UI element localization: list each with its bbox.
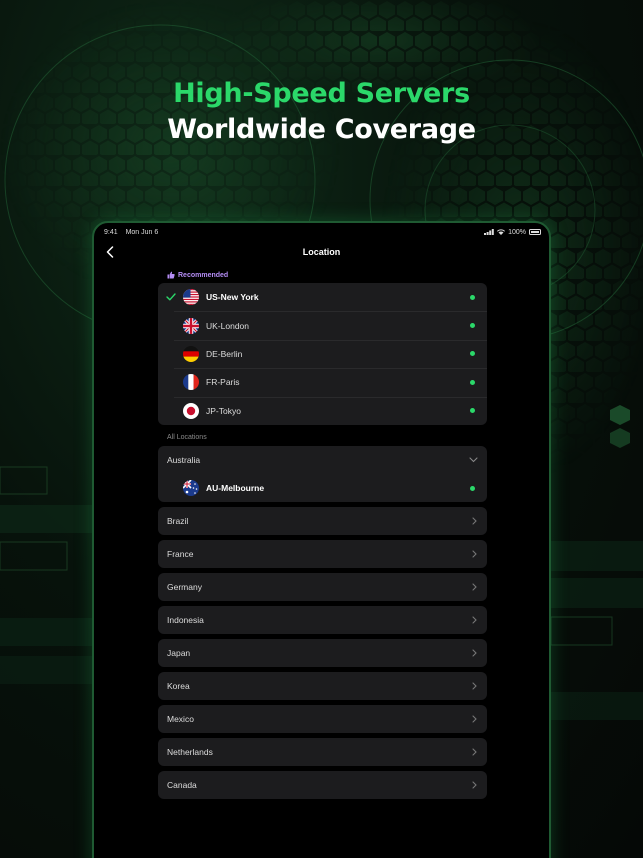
chevron-left-icon	[106, 246, 114, 258]
server-name: DE-Berlin	[206, 348, 243, 359]
country-group-australia: Australia AU-Melbourne	[158, 445, 487, 503]
battery-percent: 100%	[508, 228, 526, 236]
recommended-label: Recommended	[178, 271, 229, 279]
country-name: Brazil	[167, 516, 189, 527]
fr-flag-icon	[183, 374, 199, 391]
country-header-australia[interactable]: Australia	[158, 446, 487, 474]
chevron-down-icon	[469, 457, 478, 463]
battery-icon	[529, 229, 541, 235]
country-row-korea[interactable]: Korea	[158, 672, 487, 701]
de-flag-icon	[183, 345, 199, 362]
us-flag-icon	[183, 289, 199, 306]
country-name: Indonesia	[167, 615, 204, 626]
country-name: Japan	[167, 648, 191, 659]
all-locations-header: All Locations	[167, 434, 207, 442]
recommended-header: Recommended	[158, 267, 487, 283]
online-status-dot	[470, 294, 475, 300]
headline-line-1: High-Speed Servers	[173, 78, 470, 109]
server-name: JP-Tokyo	[206, 405, 241, 416]
country-row-netherlands[interactable]: Netherlands	[158, 738, 487, 767]
server-row-uk-london[interactable]: UK-London	[158, 311, 487, 339]
server-name: FR-Paris	[206, 377, 240, 388]
chevron-right-icon	[472, 517, 477, 525]
uk-flag-icon	[183, 317, 199, 334]
server-row-jp-tokyo[interactable]: JP-Tokyo	[158, 396, 487, 425]
server-row-de-berlin[interactable]: DE-Berlin	[158, 339, 487, 368]
country-name: Canada	[167, 780, 197, 791]
server-row-us-new-york[interactable]: US-New York	[158, 283, 487, 311]
chevron-right-icon	[472, 583, 477, 591]
headline: High-Speed Servers Worldwide Coverage	[0, 76, 643, 148]
nav-bar: Location	[94, 241, 549, 263]
back-button[interactable]	[102, 244, 118, 260]
country-row-france[interactable]: France	[158, 540, 487, 569]
status-time: 9:41	[104, 228, 118, 236]
page-title: Location	[302, 247, 341, 257]
chevron-right-icon	[472, 550, 477, 558]
server-name: UK-London	[206, 320, 250, 331]
location-list: Recommended US-New York UK-London DE-Ber…	[158, 267, 487, 800]
country-row-indonesia[interactable]: Indonesia	[158, 606, 487, 635]
chevron-right-icon	[472, 649, 477, 657]
wifi-icon	[497, 229, 506, 235]
status-bar: 9:41 Mon Jun 6 100%	[94, 223, 549, 241]
server-row-au-melbourne[interactable]: AU-Melbourne	[158, 474, 487, 502]
country-name: Mexico	[167, 714, 194, 725]
country-row-brazil[interactable]: Brazil	[158, 507, 487, 536]
country-list: Brazil France Germany Indonesia Japan Ko…	[158, 507, 487, 800]
country-row-canada[interactable]: Canada	[158, 771, 487, 800]
chevron-right-icon	[472, 715, 477, 723]
country-name: Korea	[167, 681, 190, 692]
server-row-fr-paris[interactable]: FR-Paris	[158, 368, 487, 396]
jp-flag-icon	[183, 402, 199, 419]
server-name: AU-Melbourne	[206, 483, 265, 494]
server-name: US-New York	[206, 292, 259, 303]
status-date: Mon Jun 6	[125, 228, 159, 236]
checkmark-icon	[166, 293, 176, 301]
chevron-right-icon	[472, 781, 477, 789]
headline-line-2: Worldwide Coverage	[167, 114, 476, 145]
chevron-right-icon	[472, 682, 477, 690]
thumbs-up-icon	[167, 271, 175, 279]
country-row-japan[interactable]: Japan	[158, 639, 487, 668]
online-status-dot	[470, 408, 475, 414]
country-name: Netherlands	[167, 747, 213, 758]
country-row-germany[interactable]: Germany	[158, 573, 487, 602]
au-flag-icon	[183, 480, 199, 497]
recommended-card: US-New York UK-London DE-Berlin FR-Paris…	[158, 283, 487, 425]
country-row-mexico[interactable]: Mexico	[158, 705, 487, 734]
online-status-dot	[470, 351, 475, 357]
online-status-dot	[470, 379, 475, 385]
online-status-dot	[470, 485, 475, 491]
country-name: Germany	[167, 582, 202, 593]
country-name: France	[167, 549, 194, 560]
tablet-screen: 9:41 Mon Jun 6 100% Location Recommended	[92, 221, 551, 858]
country-name: Australia	[167, 454, 201, 465]
signal-icon	[484, 229, 494, 235]
chevron-right-icon	[472, 616, 477, 624]
online-status-dot	[470, 323, 475, 329]
chevron-right-icon	[472, 748, 477, 756]
